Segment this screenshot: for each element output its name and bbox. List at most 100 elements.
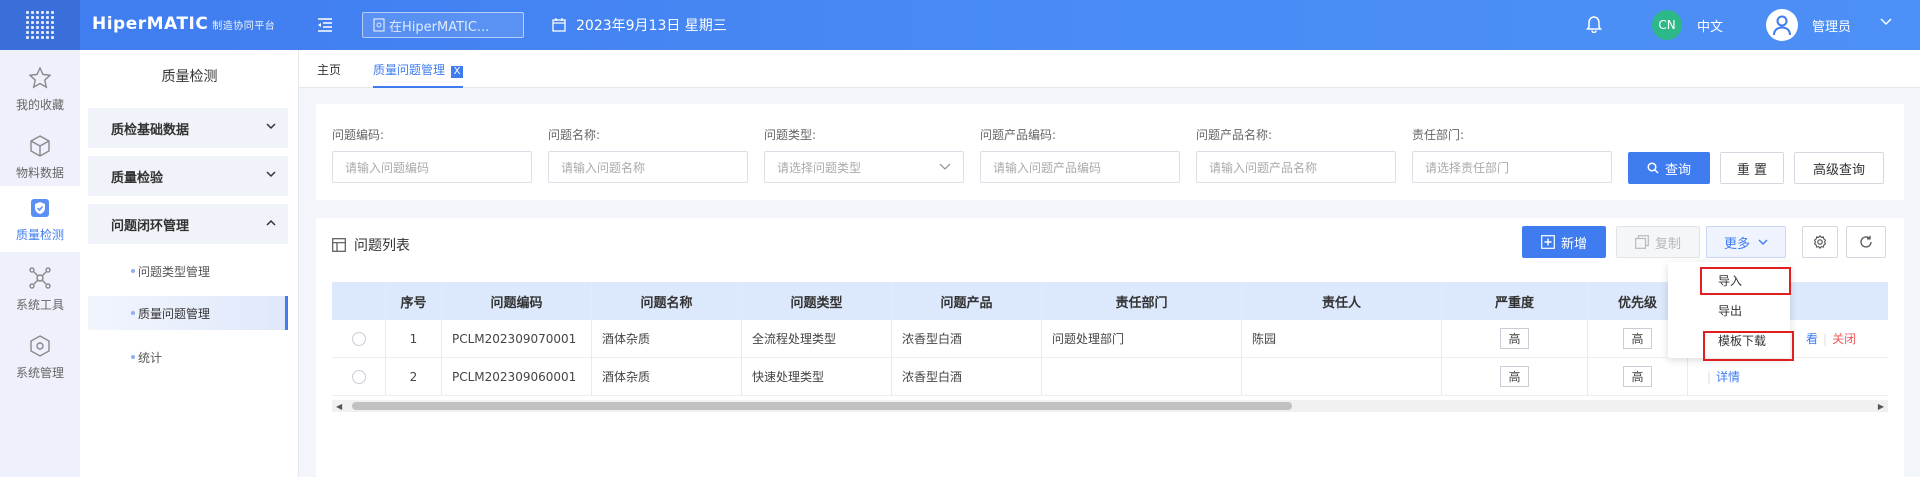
close-icon[interactable]: X (451, 66, 464, 78)
detail-link[interactable]: 详情 (1716, 368, 1740, 385)
secondary-sidebar: 质量检测 质检基础数据 质量检验 问题闭环管理 问题类型管理 质量问题管理 统计 (80, 50, 299, 477)
row-number: 2 (386, 358, 442, 395)
top-header: HiperMATIC 制造协同平台 在HiperMATIC... 2023年9月1… (0, 0, 1920, 50)
filter-panel: 问题编码: 请输入问题编码 问题名称: 请输入问题名称 问题类型: 请选择问题类… (316, 104, 1904, 200)
menu-item-export[interactable]: 导出 (1668, 296, 1790, 324)
nav-quality-inspection[interactable]: 质量检测 (0, 186, 80, 252)
nav-system-management[interactable]: 系统管理 (0, 324, 80, 390)
issue-code-cell: PCLM202309060001 (442, 358, 592, 395)
scrollbar-thumb[interactable] (352, 402, 1292, 410)
horizontal-scrollbar[interactable]: ◀ ▶ (332, 400, 1888, 412)
language-label[interactable]: 中文 (1697, 16, 1723, 35)
refresh-icon (1860, 235, 1872, 248)
app-logo: HiperMATIC 制造协同平台 (92, 14, 276, 34)
severity-tag: 高 (1500, 366, 1529, 387)
more-dropdown-button[interactable]: 更多 (1706, 226, 1786, 258)
menu-group-qc-basic-data[interactable]: 质检基础数据 (88, 108, 288, 148)
priority-tag: 高 (1623, 328, 1652, 349)
reset-button[interactable]: 重 置 (1720, 152, 1784, 184)
sidebar-item-quality-issue[interactable]: 质量问题管理 (88, 296, 288, 330)
chevron-down-icon (1758, 239, 1768, 245)
language-badge[interactable]: CN (1652, 10, 1682, 40)
filter-product-name: 问题产品名称: 请输入问题产品名称 (1196, 126, 1396, 183)
scroll-left-icon[interactable]: ◀ (336, 402, 342, 411)
column-header[interactable]: 问题产品 (892, 282, 1042, 320)
filter-issue-code: 问题编码: 请输入问题编码 (332, 126, 532, 183)
close-link[interactable]: 关闭 (1832, 330, 1856, 347)
table-row[interactable]: 1 PCLM202309070001 酒体杂质 全流程处理类型 浓香型白酒 问题… (332, 320, 1888, 358)
highlight-box-import (1700, 267, 1791, 295)
table-icon (332, 238, 346, 252)
chevron-down-icon (266, 123, 276, 130)
issue-type-select[interactable]: 请选择问题类型 (764, 151, 964, 183)
row-actions: | 详情 (1707, 368, 1741, 385)
owner-cell (1242, 358, 1442, 395)
nav-favorites[interactable]: 我的收藏 (0, 56, 80, 122)
priority-tag: 高 (1623, 366, 1652, 387)
star-icon (28, 66, 52, 89)
sidebar-item-statistics[interactable]: 统计 (88, 340, 288, 374)
user-name[interactable]: 管理员 (1812, 16, 1851, 35)
column-header[interactable]: 问题类型 (742, 282, 892, 320)
column-header[interactable]: 责任部门 (1042, 282, 1242, 320)
column-header[interactable]: 序号 (386, 282, 442, 320)
chevron-down-icon (939, 163, 951, 170)
sidebar-item-issue-type[interactable]: 问题类型管理 (88, 254, 288, 288)
row-radio[interactable] (351, 331, 366, 346)
issue-name-cell: 酒体杂质 (592, 320, 742, 357)
menu-group-issue-closed-loop[interactable]: 问题闭环管理 (88, 204, 288, 244)
department-cell: 问题处理部门 (1042, 320, 1242, 357)
scroll-right-icon[interactable]: ▶ (1878, 402, 1884, 411)
chevron-down-icon (266, 171, 276, 178)
advanced-query-button[interactable]: 高级查询 (1794, 152, 1884, 184)
view-link[interactable]: 看 (1806, 330, 1818, 347)
grid-icon (26, 11, 54, 39)
user-icon (1773, 15, 1791, 36)
product-code-input[interactable]: 请输入问题产品编码 (980, 151, 1180, 183)
issue-table: 序号 问题编码 问题名称 问题类型 问题产品 责任部门 责任人 严重度 优先级 … (332, 282, 1888, 396)
tab-quality-issue[interactable]: 质量问题管理 X (373, 61, 464, 88)
nav-material-data[interactable]: 物料数据 (0, 124, 80, 190)
department-select[interactable]: 请选择责任部门 (1412, 151, 1612, 183)
bell-icon[interactable] (1586, 15, 1602, 33)
row-number: 1 (386, 320, 442, 357)
product-cell: 浓香型白酒 (892, 358, 1042, 395)
issue-type-cell: 全流程处理类型 (742, 320, 892, 357)
menu-collapse-icon[interactable] (316, 16, 334, 34)
issue-name-input[interactable]: 请输入问题名称 (548, 151, 748, 183)
copy-button[interactable]: 复制 (1616, 226, 1700, 258)
chevron-down-icon[interactable] (1880, 18, 1892, 26)
global-search-input[interactable]: 在HiperMATIC... (362, 12, 524, 38)
query-button[interactable]: 查询 (1628, 152, 1710, 184)
column-header[interactable]: 问题编码 (442, 282, 592, 320)
issue-code-input[interactable]: 请输入问题编码 (332, 151, 532, 183)
copy-icon (1635, 235, 1649, 249)
search-icon (1647, 162, 1659, 174)
row-radio[interactable] (351, 369, 366, 384)
sidebar-title: 质量检测 (161, 69, 218, 85)
user-avatar[interactable] (1766, 9, 1798, 41)
product-cell: 浓香型白酒 (892, 320, 1042, 357)
box-icon (30, 335, 50, 357)
column-header[interactable]: 责任人 (1242, 282, 1442, 320)
app-grid-button[interactable] (0, 0, 80, 50)
refresh-button[interactable] (1846, 226, 1886, 258)
settings-button[interactable] (1802, 226, 1838, 258)
primary-sidebar: 我的收藏 物料数据 质量检测 系统工具 系统管理 (0, 50, 80, 477)
filter-issue-name: 问题名称: 请输入问题名称 (548, 126, 748, 183)
column-select (332, 282, 386, 320)
table-row[interactable]: 2 PCLM202309060001 酒体杂质 快速处理类型 浓香型白酒 高 高… (332, 358, 1888, 396)
product-name-input[interactable]: 请输入问题产品名称 (1196, 151, 1396, 183)
column-header[interactable]: 问题名称 (592, 282, 742, 320)
issue-list-panel: 问题列表 新增 复制 更多 序号 问题编码 问题名称 问题类型 问题产品 责任部… (316, 218, 1904, 477)
issue-code-cell: PCLM202309070001 (442, 320, 592, 357)
gear-icon (1813, 235, 1827, 249)
date-display: 2023年9月13日 星期三 (552, 15, 727, 35)
column-header[interactable]: 严重度 (1442, 282, 1588, 320)
table-header: 序号 问题编码 问题名称 问题类型 问题产品 责任部门 责任人 严重度 优先级 (332, 282, 1888, 320)
menu-group-quality-inspection[interactable]: 质量检验 (88, 156, 288, 196)
document-search-icon (373, 18, 385, 32)
add-button[interactable]: 新增 (1522, 226, 1606, 258)
tab-home[interactable]: 主页 (317, 61, 341, 78)
nav-system-tools[interactable]: 系统工具 (0, 256, 80, 322)
